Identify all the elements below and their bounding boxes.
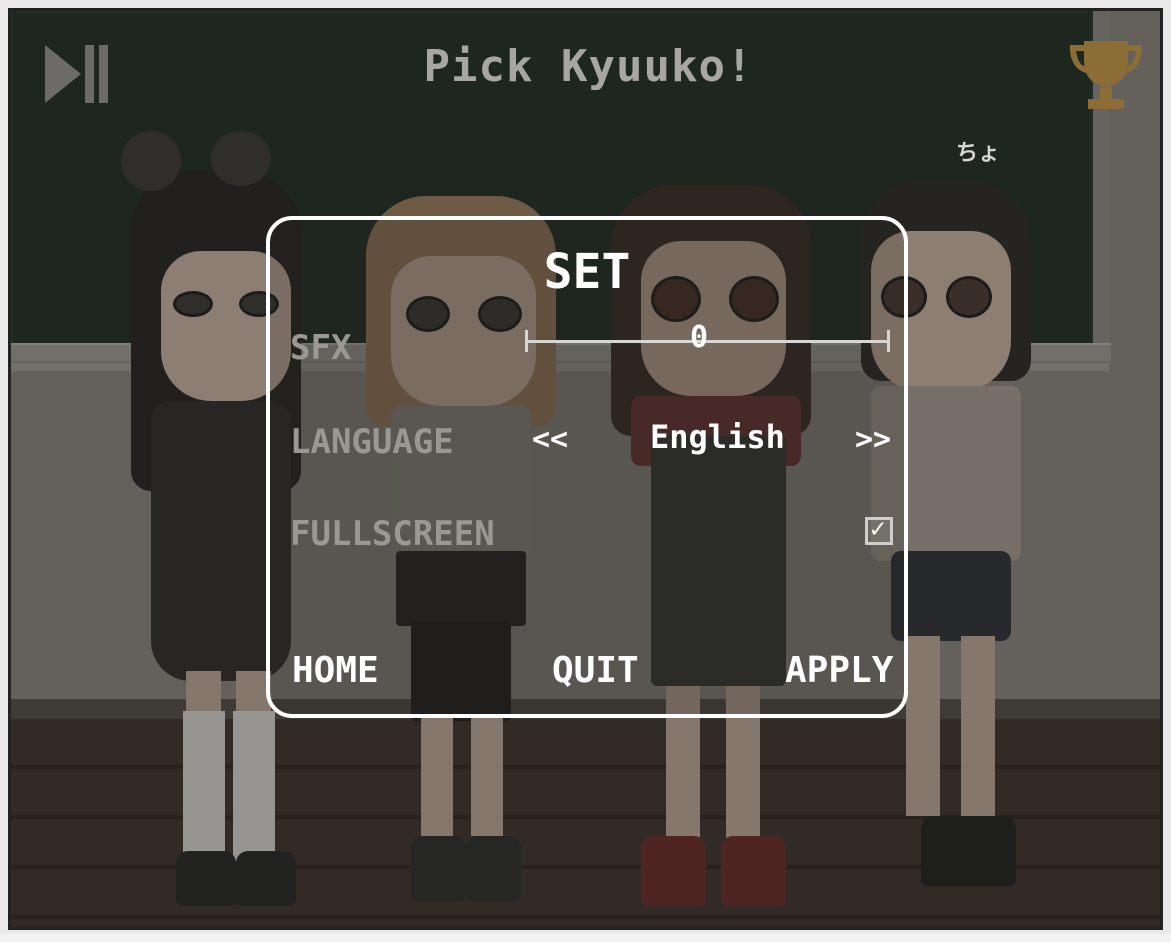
fullscreen-label: FULLSCREEN [290,514,495,554]
settings-title: SET [543,244,631,300]
game-title: Pick Kyuuko! [423,41,754,92]
apply-button[interactable]: APPLY [785,650,893,691]
quit-button[interactable]: QUIT [552,650,639,691]
sfx-volume-slider[interactable]: 0 [525,320,890,360]
sfx-label: SFX [290,328,352,368]
language-next-button[interactable]: >> [855,422,891,457]
fullscreen-checkbox[interactable]: ✓ [865,514,893,545]
home-button[interactable]: HOME [292,650,379,691]
window-frame: Pick Kyuuko! ちょ SET SFX 0 LANGUAGE << En… [0,0,1171,934]
sfx-value: 0 [690,320,709,355]
slider-end-left [525,330,528,352]
slider-end-right [887,330,890,352]
language-value: English [650,418,785,456]
settings-panel: SET SFX 0 LANGUAGE << English >> FULLSCR… [266,216,908,718]
chalkboard-writing: ちょ [956,141,1001,166]
checkmark-icon: ✓ [870,514,886,544]
language-label: LANGUAGE [290,422,454,462]
trophy-icon[interactable] [1066,37,1146,113]
language-prev-button[interactable]: << [532,422,568,457]
game-screen: Pick Kyuuko! ちょ SET SFX 0 LANGUAGE << En… [8,8,1163,930]
